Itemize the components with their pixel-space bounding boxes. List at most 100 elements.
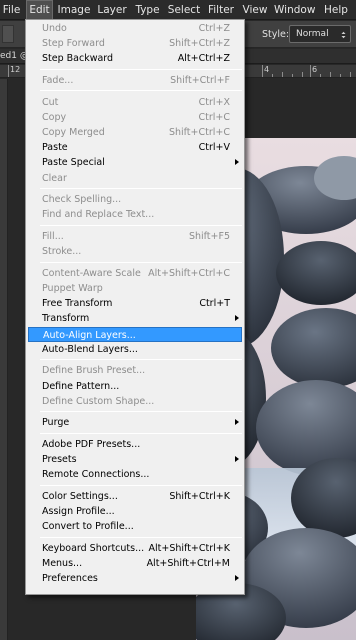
menu-item-auto-blend-layers[interactable]: Auto-Blend Layers... xyxy=(28,342,242,357)
menu-bar: File Edit Image Layer Type Select Filter… xyxy=(0,0,356,20)
menu-item-adobe-pdf-presets[interactable]: Adobe PDF Presets... xyxy=(28,437,242,452)
menu-item-fade[interactable]: Fade... Shift+Ctrl+F xyxy=(28,73,242,88)
menu-item-copy-merged[interactable]: Copy Merged Shift+Ctrl+C xyxy=(28,125,242,140)
menu-separator xyxy=(40,188,242,189)
menu-item-presets[interactable]: Presets xyxy=(28,452,242,467)
menu-item-label: Define Brush Preset... xyxy=(42,365,146,377)
menu-item-keyboard-shortcuts[interactable]: Keyboard Shortcuts... Alt+Shift+Ctrl+K xyxy=(28,541,242,556)
ruler-tick xyxy=(292,74,293,77)
menu-item-label: Purge xyxy=(42,417,70,429)
menu-item-label: Fade... xyxy=(42,75,74,86)
submenu-arrow-icon xyxy=(235,315,239,322)
menu-item-label: Assign Profile... xyxy=(42,506,115,518)
menu-item-shortcut: Alt+Ctrl+Z xyxy=(177,53,230,65)
ruler-tick xyxy=(330,72,331,77)
menu-item-label: Fill... xyxy=(42,231,64,242)
menu-item-menus[interactable]: Menus... Alt+Shift+Ctrl+M xyxy=(28,556,242,571)
menu-item-content-aware-scale[interactable]: Content-Aware Scale Alt+Shift+Ctrl+C xyxy=(28,266,242,281)
menu-item-clear[interactable]: Clear xyxy=(28,171,242,186)
menu-type[interactable]: Type xyxy=(133,0,162,20)
menu-item-label: Adobe PDF Presets... xyxy=(42,439,141,450)
menu-view[interactable]: View xyxy=(242,0,268,20)
menu-item-undo[interactable]: Undo Ctrl+Z xyxy=(28,21,242,36)
menu-item-shortcut: Alt+Shift+Ctrl+K xyxy=(148,543,230,554)
menu-item-shortcut: Alt+Shift+Ctrl+M xyxy=(146,558,230,570)
vertical-ruler[interactable] xyxy=(0,79,8,640)
menu-item-free-transform[interactable]: Free Transform Ctrl+T xyxy=(28,296,242,311)
style-select-value: Normal xyxy=(296,29,329,39)
ruler-tick xyxy=(310,65,311,77)
menu-item-step-forward[interactable]: Step Forward Shift+Ctrl+Z xyxy=(28,36,242,51)
menu-item-label: Step Forward xyxy=(42,38,105,50)
ruler-tick xyxy=(302,72,303,77)
menu-image[interactable]: Image xyxy=(57,0,91,20)
menu-edit[interactable]: Edit xyxy=(26,0,53,20)
menu-item-preferences[interactable]: Preferences xyxy=(28,571,242,586)
ruler-number: 12 xyxy=(10,65,21,74)
menu-window[interactable]: Window xyxy=(274,0,315,20)
menu-item-label: Keyboard Shortcuts... xyxy=(42,543,145,554)
style-select[interactable]: Normal xyxy=(289,25,351,43)
menu-item-paste[interactable]: Paste Ctrl+V xyxy=(28,140,242,155)
menu-item-stroke[interactable]: Stroke... xyxy=(28,244,242,259)
menu-item-label: Color Settings... xyxy=(42,491,118,502)
menu-layer[interactable]: Layer xyxy=(96,0,128,20)
menu-item-color-settings[interactable]: Color Settings... Shift+Ctrl+K xyxy=(28,489,242,504)
menu-item-label: Find and Replace Text... xyxy=(42,209,155,221)
menu-separator xyxy=(40,411,242,413)
ruler-tick xyxy=(350,72,351,77)
menu-separator xyxy=(40,224,242,226)
menu-item-label: Check Spelling... xyxy=(42,194,122,206)
menu-item-paste-special[interactable]: Paste Special xyxy=(28,155,242,170)
menu-item-shortcut: Shift+F5 xyxy=(188,231,230,242)
menu-item-label: Free Transform xyxy=(42,298,113,310)
menu-item-shortcut: Ctrl+V xyxy=(198,142,230,154)
menu-filter[interactable]: Filter xyxy=(206,0,236,20)
menu-item-remote-connections[interactable]: Remote Connections... xyxy=(28,467,242,482)
menu-separator xyxy=(40,432,242,434)
menu-item-define-pattern[interactable]: Define Pattern... xyxy=(28,379,242,394)
menu-item-transform[interactable]: Transform xyxy=(28,311,242,326)
menu-item-cut[interactable]: Cut Ctrl+X xyxy=(28,95,242,110)
submenu-arrow-icon xyxy=(235,456,239,463)
menu-item-check-spelling[interactable]: Check Spelling... xyxy=(28,192,242,207)
menu-item-label: Copy xyxy=(42,111,67,123)
menu-item-shortcut: Shift+Ctrl+K xyxy=(169,491,230,502)
menu-item-purge[interactable]: Purge xyxy=(28,415,242,430)
edit-menu-dropdown: Undo Ctrl+Z Step Forward Shift+Ctrl+Z Step B… xyxy=(25,19,245,595)
menu-item-label: Copy Merged xyxy=(42,127,105,138)
ruler-tick xyxy=(282,72,283,77)
menu-item-convert-to-profile[interactable]: Convert to Profile... xyxy=(28,519,242,534)
menu-item-assign-profile[interactable]: Assign Profile... xyxy=(28,504,242,519)
menu-item-find-and-replace-text[interactable]: Find and Replace Text... xyxy=(28,207,242,222)
menu-item-step-backward[interactable]: Step Backward Alt+Ctrl+Z xyxy=(28,51,242,66)
style-label: Style: xyxy=(262,29,290,40)
ruler-tick xyxy=(340,74,341,77)
ruler-number: 6 xyxy=(312,65,318,74)
updown-chevron-icon xyxy=(341,31,346,39)
menu-item-label: Transform xyxy=(42,313,90,325)
menu-item-shortcut: Shift+Ctrl+F xyxy=(170,75,230,86)
menu-help[interactable]: Help xyxy=(322,0,350,20)
menu-file[interactable]: File xyxy=(0,0,23,20)
menu-item-copy[interactable]: Copy Ctrl+C xyxy=(28,110,242,125)
menu-item-label: Menus... xyxy=(42,558,83,570)
menu-item-fill[interactable]: Fill... Shift+F5 xyxy=(28,229,242,244)
menu-item-label: Remote Connections... xyxy=(42,469,150,481)
menu-select[interactable]: Select xyxy=(167,0,201,20)
menu-item-shortcut: Ctrl+T xyxy=(199,298,230,310)
menu-item-define-brush-preset[interactable]: Define Brush Preset... xyxy=(28,363,242,378)
menu-item-define-custom-shape[interactable]: Define Custom Shape... xyxy=(28,394,242,409)
ruler-number: 4 xyxy=(264,65,270,74)
menu-item-puppet-warp[interactable]: Puppet Warp xyxy=(28,281,242,296)
menu-separator xyxy=(40,261,242,263)
tool-preset-picker[interactable] xyxy=(2,25,14,43)
menu-item-shortcut: Shift+Ctrl+C xyxy=(168,127,230,138)
menu-item-auto-align-layers[interactable]: Auto-Align Layers... xyxy=(28,326,242,342)
menu-item-label: Preferences xyxy=(42,573,98,585)
submenu-arrow-icon xyxy=(235,159,239,166)
menu-item-shortcut: Ctrl+Z xyxy=(198,23,230,34)
menu-separator xyxy=(40,536,242,538)
menu-item-label: Convert to Profile... xyxy=(42,521,134,533)
menu-item-shortcut: Ctrl+X xyxy=(198,96,230,108)
